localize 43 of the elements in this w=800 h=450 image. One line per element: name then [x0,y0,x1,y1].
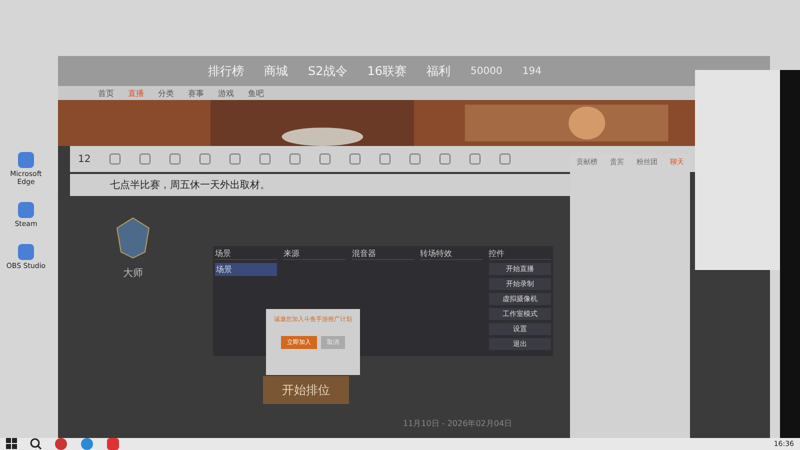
follow-count: 12 [78,154,91,164]
panel-heading: 控件 [488,248,552,260]
tool-icon[interactable] [348,153,361,165]
tool-icon[interactable] [108,153,121,165]
tool-icon[interactable] [228,153,241,165]
nav-link[interactable]: 商城 [264,62,288,80]
app-icon[interactable] [106,437,120,450]
nav-tab[interactable]: 首页 [98,88,114,98]
nav-link[interactable]: 16联赛 [367,62,407,80]
tool-icon[interactable] [168,153,181,165]
panel-heading: 转场特效 [420,248,483,260]
panel-heading: 来源 [283,248,346,260]
tool-icon[interactable] [378,153,391,165]
tool-icon[interactable] [258,153,271,165]
tool-icon[interactable] [438,153,451,165]
panel-heading: 场景 [215,248,278,260]
app-icon[interactable] [54,437,68,450]
nav-link[interactable]: S2战令 [308,62,348,80]
scene-item[interactable]: 场景 [215,263,278,276]
nav-link[interactable]: 福利 [426,62,451,80]
coin-count: 50000 [470,66,502,76]
tool-icon[interactable] [198,153,211,165]
points-count: 194 [522,66,542,76]
event-notice: 11月10日 - 2026年02月04日 [403,418,512,429]
rank-name: 大师 [123,266,143,280]
nav-link[interactable]: 排行榜 [208,62,244,80]
search-icon[interactable] [30,438,42,450]
tool-icon[interactable] [318,153,331,165]
nav-tab[interactable]: 分类 [158,88,174,98]
nav-tab[interactable]: 赛事 [188,88,204,98]
tool-icon[interactable] [468,153,481,165]
tool-icon[interactable] [138,153,151,165]
nav-tab[interactable]: 游戏 [218,88,234,98]
app-icon[interactable] [80,437,94,450]
tool-icon[interactable] [408,153,421,165]
nav-tab[interactable]: 直播 [128,88,144,98]
panel-heading: 混音器 [352,248,414,260]
windows-icon[interactable] [6,438,18,450]
stream-title: 七点半比赛，周五休一天外出取材。 [110,178,270,192]
tool-icon[interactable] [498,153,511,165]
start-match-button[interactable]: 开始排位 [263,376,349,404]
tool-icon[interactable] [288,153,301,165]
nav-tab[interactable]: 鱼吧 [248,88,264,98]
